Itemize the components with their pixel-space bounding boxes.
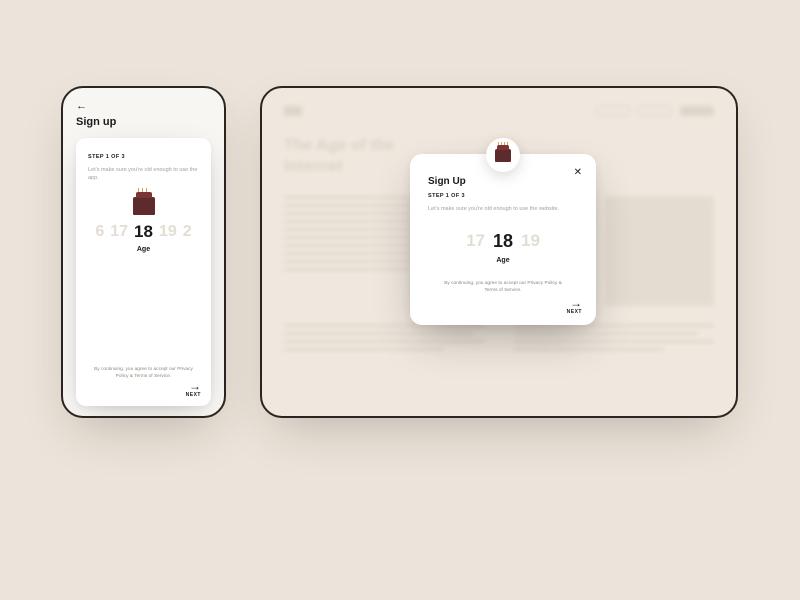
modal-age-row[interactable]: 17 18 19 — [428, 229, 578, 253]
cake-icon — [495, 149, 511, 162]
logo-placeholder — [284, 106, 302, 116]
phone-frame: ← Sign up STEP 1 OF 3 Let's make sure yo… — [61, 86, 226, 418]
modal-legal-text: By continuing, you agree to accept our P… — [428, 280, 578, 294]
phone-legal-text: By continuing, you agree to accept our P… — [88, 366, 199, 380]
age-option-selected[interactable]: 18 — [134, 222, 153, 242]
age-option[interactable]: 6 — [95, 223, 104, 241]
phone-next-label: NEXT — [186, 392, 201, 398]
back-button[interactable]: ← — [76, 101, 211, 112]
nav-button — [680, 106, 714, 116]
age-option[interactable]: 2 — [183, 223, 192, 241]
phone-next-button[interactable]: → NEXT — [186, 380, 201, 398]
nav-button — [596, 106, 630, 116]
close-button[interactable]: ✕ — [574, 168, 582, 178]
modal-next-label: NEXT — [567, 309, 582, 315]
age-option[interactable]: 17 — [466, 231, 485, 251]
signup-modal: ✕ Sign Up STEP 1 OF 3 Let's make sure yo… — [410, 154, 596, 325]
nav-button — [638, 106, 672, 116]
cake-icon — [133, 197, 155, 215]
phone-age-row[interactable]: 6 17 18 19 2 — [88, 221, 199, 243]
modal-age-picker[interactable]: 17 18 19 Age — [428, 229, 578, 264]
modal-step-indicator: STEP 1 OF 3 — [428, 193, 578, 199]
modal-age-label: Age — [428, 257, 578, 264]
nav-row — [284, 106, 714, 116]
bg-text-block — [514, 324, 714, 356]
phone-age-picker[interactable]: 6 17 18 19 2 Age — [88, 221, 199, 253]
modal-title: Sign Up — [428, 176, 578, 187]
phone-age-label: Age — [88, 246, 199, 253]
modal-next-button[interactable]: → NEXT — [567, 297, 582, 315]
phone-step-indicator: STEP 1 OF 3 — [88, 154, 199, 160]
phone-subtitle: Let's make sure you're old enough to use… — [88, 166, 199, 183]
phone-title: Sign up — [76, 116, 211, 128]
bg-image-placeholder — [605, 196, 714, 306]
arrow-right-icon: → — [567, 297, 582, 309]
phone-screen: ← Sign up STEP 1 OF 3 Let's make sure yo… — [63, 88, 224, 416]
age-option[interactable]: 17 — [110, 223, 128, 241]
modal-icon-badge — [486, 138, 520, 172]
bg-text-block — [284, 324, 484, 356]
tablet-frame: The Age of the Internet — [260, 86, 738, 418]
age-option[interactable]: 19 — [521, 231, 540, 251]
arrow-right-icon: → — [186, 380, 201, 392]
modal-subtitle: Let's make sure you're old enough to use… — [428, 205, 578, 213]
age-option-selected[interactable]: 18 — [493, 231, 513, 252]
age-option[interactable]: 19 — [159, 223, 177, 241]
phone-signup-card: STEP 1 OF 3 Let's make sure you're old e… — [76, 138, 211, 406]
